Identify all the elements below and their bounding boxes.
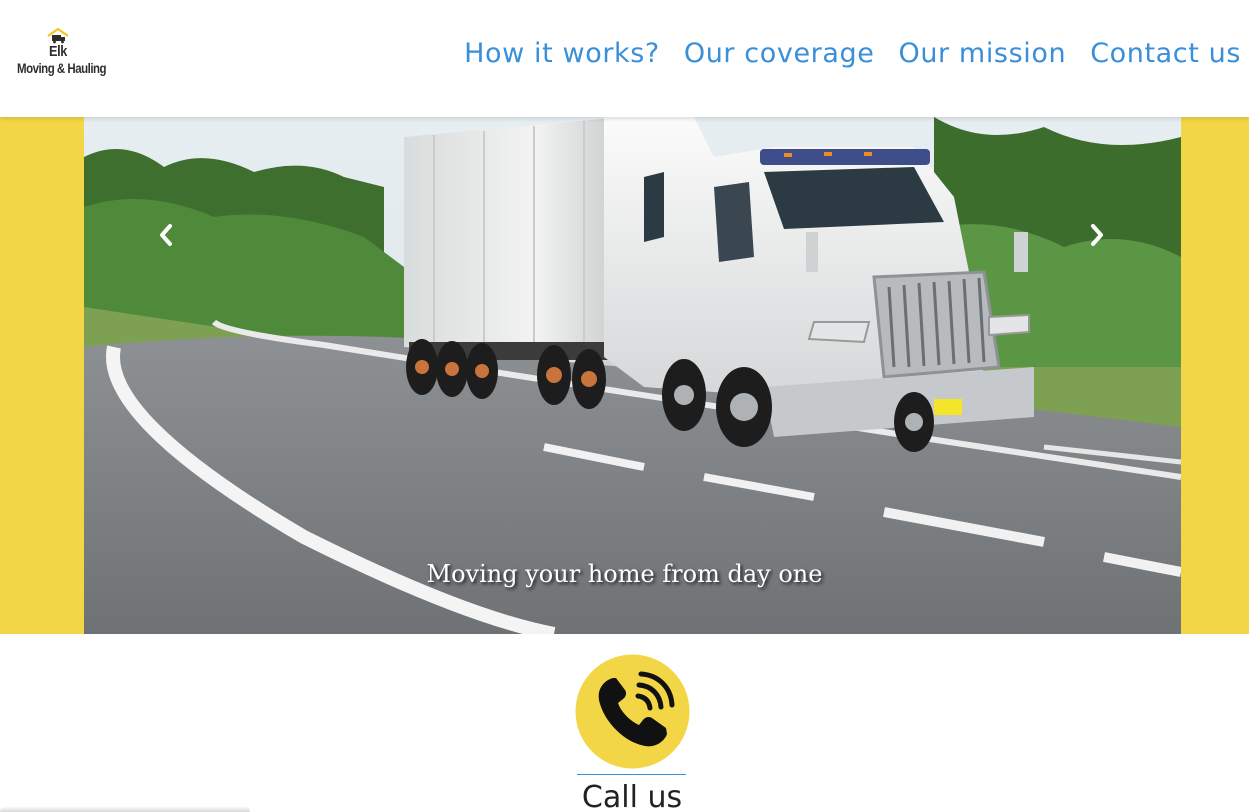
bottom-left-shadow [0,806,250,812]
carousel-next-button[interactable] [1067,205,1127,265]
main-nav: How it works? Our coverage Our mission C… [464,34,1241,74]
nav-link-our-mission[interactable]: Our mission [898,34,1066,74]
carousel-caption: Moving your home from day one [426,560,823,588]
truck-on-highway-image [84,117,1181,634]
call-button[interactable] [575,654,690,769]
brand-logo[interactable]: Elk Moving & Hauling [8,28,108,84]
nav-link-contact-us[interactable]: Contact us [1090,34,1241,74]
hero-carousel [84,117,1181,634]
phone-ringing-icon [575,654,690,769]
call-label[interactable]: Call us [545,779,719,812]
brand-name: Elk [49,43,67,60]
chevron-right-icon [1091,224,1103,246]
chevron-left-icon [160,224,172,246]
carousel-prev-button[interactable] [136,205,196,265]
brand-tagline: Moving & Hauling [17,60,107,76]
nav-link-how-it-works[interactable]: How it works? [464,34,660,74]
call-divider [577,774,686,775]
site-header: Elk Moving & Hauling How it works? Our c… [0,0,1249,117]
nav-link-our-coverage[interactable]: Our coverage [684,34,875,74]
truck-house-icon [47,28,69,44]
